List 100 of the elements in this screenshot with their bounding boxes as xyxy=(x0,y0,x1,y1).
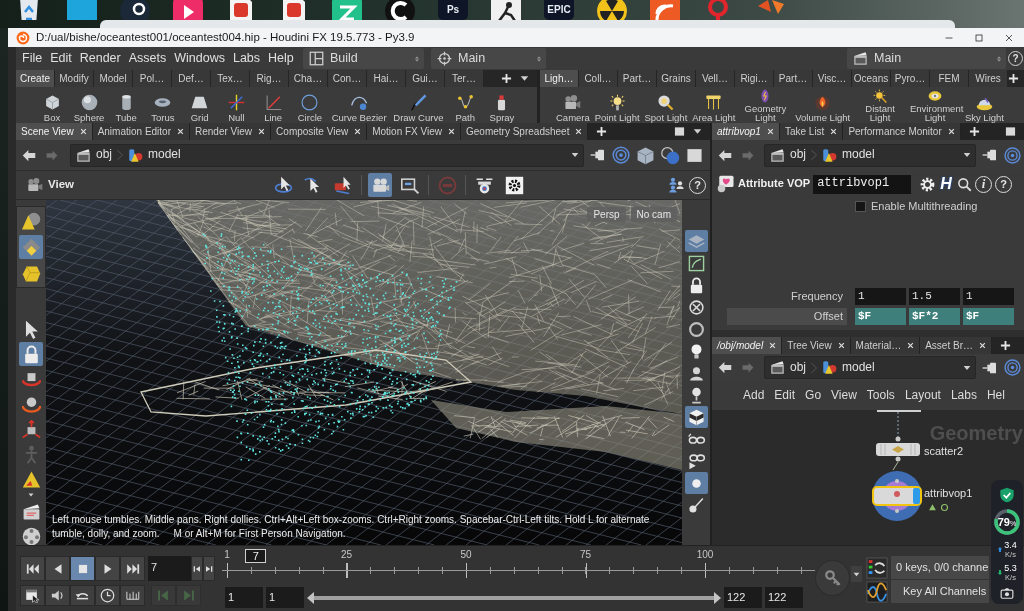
app-logo[interactable]: EPIC xyxy=(544,0,574,20)
spheres-icon[interactable] xyxy=(661,145,680,165)
shelf-tab[interactable]: FEM xyxy=(930,70,969,87)
window-cursor-button[interactable] xyxy=(20,585,45,606)
feed-tile-icon[interactable] xyxy=(650,0,680,20)
path-field[interactable]: obj model xyxy=(70,143,584,167)
shelf-tab[interactable]: Hai… xyxy=(367,70,406,87)
shelf-tool[interactable]: Draw Curve xyxy=(391,87,446,122)
shelf-tab[interactable]: Modify xyxy=(55,70,94,87)
menu-item[interactable]: Layout xyxy=(904,388,941,403)
close-icon[interactable] xyxy=(830,128,838,135)
key-all-button[interactable]: Key All Channels xyxy=(891,580,989,603)
app-tile-icon[interactable] xyxy=(67,0,97,20)
shelf-tool[interactable]: Environment Light xyxy=(908,87,962,122)
caret-icon[interactable] xyxy=(28,492,34,498)
playhead[interactable]: 7 xyxy=(245,549,267,563)
figure-tile-icon[interactable] xyxy=(491,0,521,20)
breadcrumb[interactable]: obj xyxy=(96,145,112,165)
frame-field[interactable]: 7 xyxy=(148,556,191,581)
value-field[interactable]: 1.5 xyxy=(909,288,960,305)
dropdown-caret-icon[interactable] xyxy=(571,151,579,159)
menu-item[interactable]: Edit xyxy=(47,48,75,69)
target-icon[interactable] xyxy=(1004,359,1021,376)
plus-icon[interactable] xyxy=(1008,73,1019,84)
checkbox[interactable] xyxy=(855,201,866,212)
pane-tab[interactable]: Animation Editor xyxy=(92,123,190,140)
clock-button[interactable] xyxy=(95,585,120,606)
pane-tab[interactable]: Performance Monitor xyxy=(843,123,961,140)
shelf-tool[interactable]: Line xyxy=(256,87,291,122)
menu-item[interactable]: Go xyxy=(805,388,822,403)
shelf-tool[interactable]: Point Light xyxy=(592,87,642,122)
breadcrumb[interactable]: obj xyxy=(790,145,806,165)
caret-icon[interactable] xyxy=(520,74,529,83)
shelf-tool[interactable]: Null xyxy=(219,87,254,122)
pane-tab[interactable]: Scene View xyxy=(16,123,93,140)
search-icon[interactable] xyxy=(957,176,973,192)
pin-icon[interactable] xyxy=(982,147,998,163)
close-icon[interactable] xyxy=(769,342,777,349)
app-logo[interactable]: Ps xyxy=(438,0,468,20)
skip-end-button[interactable] xyxy=(120,556,145,581)
shelf-tab[interactable]: Ter… xyxy=(445,70,484,87)
keys-status-button[interactable]: 0 keys, 0/0 channe xyxy=(891,556,989,579)
stop-button[interactable] xyxy=(70,556,95,581)
shelf-tool[interactable]: Grid xyxy=(182,87,217,122)
shelf-tool[interactable]: Path xyxy=(448,87,483,122)
shelf-tab[interactable]: Create xyxy=(16,70,55,87)
node-name[interactable]: scatter2 xyxy=(924,445,964,457)
network-node[interactable] xyxy=(871,470,923,522)
close-icon[interactable] xyxy=(448,128,455,135)
shelf-tab[interactable]: Gui… xyxy=(406,70,445,87)
curve-graph-icon[interactable] xyxy=(866,580,888,603)
round-logo-icon[interactable] xyxy=(120,0,150,20)
pane-tab[interactable]: /obj/model xyxy=(712,337,783,354)
vop-node-icon[interactable] xyxy=(717,175,735,193)
menu-item[interactable]: Labs xyxy=(950,388,977,403)
value-field[interactable]: $F*2 xyxy=(909,308,960,325)
arrow-tile-icon[interactable] xyxy=(332,0,362,20)
close-icon[interactable] xyxy=(907,342,915,349)
layers-button[interactable] xyxy=(684,230,708,252)
people-icon[interactable] xyxy=(668,175,685,195)
close-icon[interactable] xyxy=(177,128,184,135)
gear-icon[interactable] xyxy=(920,176,936,192)
menu-item[interactable]: Render xyxy=(76,48,124,69)
menu-item[interactable]: Hel xyxy=(986,388,1005,403)
close-icon[interactable] xyxy=(258,128,266,135)
cube-icon[interactable] xyxy=(636,145,655,165)
pane-tab[interactable]: Motion FX View xyxy=(367,123,461,140)
shelf-tool[interactable]: Sphere xyxy=(71,87,107,122)
viewport-menu-button[interactable]: No cam xyxy=(630,207,677,222)
play-tile-icon[interactable] xyxy=(173,0,203,20)
pane-tab[interactable]: Composite View xyxy=(271,123,368,140)
close-icon[interactable] xyxy=(979,342,986,349)
breadcrumb[interactable]: model xyxy=(148,145,181,165)
shelf-tab[interactable]: Con… xyxy=(328,70,367,87)
menu-item[interactable]: Add xyxy=(743,388,765,403)
close-icon[interactable] xyxy=(575,128,583,135)
close-icon[interactable] xyxy=(79,128,87,135)
breadcrumb[interactable]: obj xyxy=(790,357,806,378)
shelf-tool[interactable]: Box xyxy=(35,87,69,122)
node-name[interactable]: attribvop1 xyxy=(924,487,973,499)
value-field[interactable]: 1 xyxy=(963,288,1014,305)
range-field[interactable]: 1 xyxy=(225,587,263,608)
3d-viewport[interactable] xyxy=(46,200,682,545)
undo-arc-button[interactable] xyxy=(70,585,95,606)
breadcrumb[interactable]: model xyxy=(842,357,875,378)
menu-item[interactable]: Edit xyxy=(774,388,796,403)
shelf-tab[interactable]: Rig… xyxy=(250,70,289,87)
range-field[interactable]: 122 xyxy=(724,587,762,608)
camera-icon[interactable] xyxy=(1000,586,1014,600)
movie-camera-icon[interactable] xyxy=(26,177,44,193)
shelf-tool[interactable]: Camera xyxy=(554,87,592,122)
shelf-tool[interactable]: Spot Light xyxy=(642,87,690,122)
shelf-tab[interactable]: Pol… xyxy=(133,70,172,87)
back-arrow-icon[interactable] xyxy=(716,360,734,375)
ruler-button[interactable] xyxy=(120,585,145,606)
sphere-button[interactable] xyxy=(684,472,708,494)
shelf-tool[interactable]: Volume Light xyxy=(793,87,853,122)
main-dropdown[interactable]: Main xyxy=(847,48,1006,69)
menu-item[interactable]: File xyxy=(19,48,46,69)
skip-start-button[interactable] xyxy=(20,556,45,581)
